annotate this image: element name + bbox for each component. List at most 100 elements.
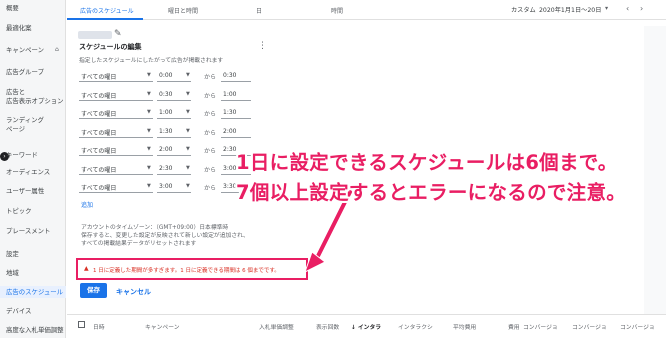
end-time-select[interactable]: 1:00 <box>223 91 236 98</box>
sidebar-item-keywords[interactable]: キーワード <box>0 151 66 159</box>
prev-arrow-icon[interactable]: ‹ <box>626 4 629 13</box>
tab-hour[interactable]: 時間 <box>331 6 343 15</box>
chevron-down-icon[interactable]: ▼ <box>147 109 151 115</box>
chevron-down-icon[interactable]: ▼ <box>186 146 190 152</box>
column-header[interactable]: 表示回数 <box>316 322 339 331</box>
end-time-select[interactable]: 0:30 <box>223 72 236 79</box>
sidebar-item-recommendations[interactable]: 最適化案 <box>0 24 66 32</box>
sidebar-item-ad-schedule[interactable]: 広告のスケジュール <box>0 286 66 298</box>
end-time-select[interactable]: 2:00 <box>223 128 236 135</box>
chevron-down-icon[interactable]: ▼ <box>186 128 190 134</box>
day-select[interactable]: すべての曜日 <box>81 146 116 155</box>
end-time-select[interactable]: 3:30 <box>223 183 236 190</box>
range-separator: から <box>204 92 217 100</box>
more-vert-icon[interactable]: ⋮ <box>258 41 267 51</box>
chevron-down-icon[interactable]: ▼ <box>147 128 151 134</box>
chevron-down-icon[interactable]: ▼ <box>186 165 190 171</box>
sidebar-item-audiences[interactable]: オーディエンス <box>0 168 66 176</box>
column-header[interactable]: キャンペーン <box>145 322 180 331</box>
range-separator: から <box>204 148 217 155</box>
start-time-select[interactable]: 0:00 <box>159 72 172 79</box>
select-underline <box>221 99 251 101</box>
sidebar-item-settings[interactable]: 設定 <box>0 250 66 258</box>
add-schedule-link[interactable]: 追加 <box>81 200 93 209</box>
select-underline <box>157 136 191 138</box>
column-header[interactable]: コンバージョ <box>523 322 558 331</box>
end-time-select[interactable]: 3:00 <box>223 165 236 172</box>
sidebar-item-demographics[interactable]: ユーザー属性 <box>0 187 66 195</box>
start-time-select[interactable]: 1:00 <box>159 109 172 116</box>
chevron-down-icon[interactable]: ▾ <box>605 5 608 12</box>
end-time-select[interactable]: 2:30 <box>223 146 236 153</box>
chevron-down-icon[interactable]: ▼ <box>147 165 151 171</box>
range-separator: から <box>204 185 217 192</box>
sidebar-item-landing-line1[interactable]: ランディング <box>0 116 66 124</box>
column-header[interactable]: インタラクシ <box>398 322 433 331</box>
sidebar-item-overview[interactable]: 概要 <box>0 4 66 12</box>
select-underline <box>79 136 153 138</box>
day-select[interactable]: すべての曜日 <box>81 165 116 174</box>
chevron-down-icon[interactable]: ▼ <box>147 91 151 97</box>
save-button[interactable]: 保存 <box>80 283 107 298</box>
timezone-note-line: すべての掲載結果データがリセットされます <box>81 241 197 247</box>
column-header[interactable]: コンバージョ <box>572 322 607 331</box>
chevron-down-icon[interactable]: ▼ <box>186 72 190 78</box>
chevron-down-icon[interactable]: ▼ <box>147 183 151 189</box>
column-header[interactable]: コンバージョ <box>620 322 655 331</box>
chevron-down-icon[interactable]: ▼ <box>186 109 190 115</box>
editor-title: スケジュールの編集 <box>79 43 142 51</box>
day-select[interactable]: すべての曜日 <box>81 128 116 137</box>
select-underline <box>221 136 251 138</box>
range-separator: から <box>204 111 217 118</box>
chevron-down-icon[interactable]: ▼ <box>147 146 151 152</box>
schedule-row: すべての曜日 ▼ 1:30 ▼ から 2:00 <box>79 125 251 139</box>
range-separator: から <box>204 129 217 137</box>
start-time-select[interactable]: 0:30 <box>159 91 172 98</box>
day-select[interactable]: すべての曜日 <box>81 91 116 100</box>
day-select[interactable]: すべての曜日 <box>81 183 116 192</box>
sidebar-item-devices[interactable]: デバイス <box>0 307 66 315</box>
schedule-row: すべての曜日 ▼ 3:00 ▼ から 3:30 <box>79 180 251 194</box>
select-underline <box>79 155 153 156</box>
select-underline <box>79 81 153 82</box>
tab-day-and-hour[interactable]: 曜日と時間 <box>168 6 198 15</box>
sidebar-item-placements[interactable]: プレースメント <box>0 227 66 235</box>
sidebar-item-locations[interactable]: 地域 <box>0 269 66 277</box>
chevron-down-icon[interactable]: ▼ <box>147 72 151 78</box>
next-arrow-icon[interactable]: › <box>640 4 643 13</box>
home-icon[interactable]: ⌂ <box>55 46 59 53</box>
active-tab-indicator <box>67 18 143 20</box>
start-time-select[interactable]: 3:00 <box>159 183 172 190</box>
select-all-checkbox[interactable] <box>78 321 85 328</box>
sidebar-item-landing-line2[interactable]: ページ <box>0 125 66 133</box>
pencil-icon[interactable]: ✎ <box>114 29 122 39</box>
cancel-button[interactable]: キャンセル <box>116 287 151 297</box>
day-select[interactable]: すべての曜日 <box>81 109 116 118</box>
end-time-select[interactable]: 1:30 <box>223 109 236 116</box>
schedule-row: すべての曜日 ▼ 0:30 ▼ から 1:00 <box>79 88 251 102</box>
start-time-select[interactable]: 2:00 <box>159 146 172 153</box>
start-time-select[interactable]: 1:30 <box>159 128 172 135</box>
column-header[interactable]: 平均費用 <box>453 322 476 331</box>
date-range-label: カスタム <box>511 7 536 14</box>
sidebar-item-advanced-bid[interactable]: 高度な入札単価調整 <box>0 326 66 334</box>
start-time-select[interactable]: 2:30 <box>159 165 172 172</box>
range-separator: から <box>204 166 217 174</box>
column-header[interactable]: 入札単価調整 <box>259 322 294 331</box>
chevron-down-icon[interactable]: ▼ <box>186 183 190 189</box>
select-underline <box>157 192 191 193</box>
sidebar-item-ads-line1[interactable]: 広告と <box>0 88 66 96</box>
day-select[interactable]: すべての曜日 <box>81 72 116 81</box>
tab-ad-schedule[interactable]: 広告のスケジュール <box>80 6 134 15</box>
column-header[interactable]: 日時 <box>93 322 105 331</box>
tab-day[interactable]: 日 <box>256 6 262 15</box>
column-header[interactable]: 費用 <box>508 322 520 331</box>
sidebar-item-ads-line2[interactable]: 広告表示オプション <box>0 97 66 105</box>
sidebar-item-topics[interactable]: トピック <box>0 207 66 215</box>
schedule-row: すべての曜日 ▼ 2:00 ▼ から 2:30 <box>79 143 251 157</box>
chevron-down-icon[interactable]: ▼ <box>186 91 190 97</box>
campaign-name-redacted <box>78 31 112 39</box>
date-range-value[interactable]: 2020年1月1日～20日 <box>539 5 601 14</box>
sidebar-item-ad-groups[interactable]: 広告グループ <box>0 68 66 76</box>
column-header[interactable]: ↓ インタラ <box>351 322 381 331</box>
